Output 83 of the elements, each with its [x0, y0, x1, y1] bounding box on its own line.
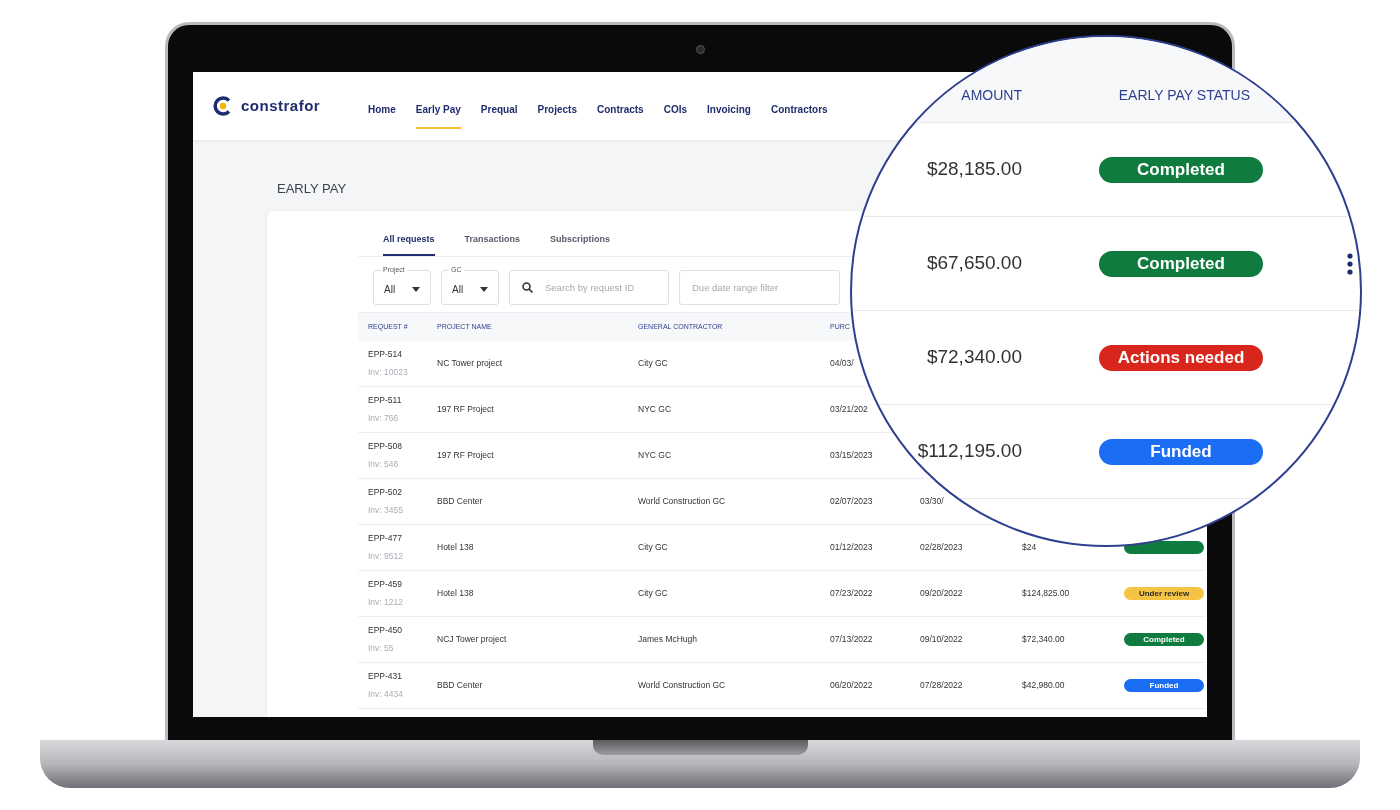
- logo-icon: [213, 96, 233, 116]
- camera-icon: [696, 45, 705, 54]
- invoice-number: Inv: 766: [368, 412, 399, 425]
- invoice-number: Inv: 10023: [368, 366, 408, 379]
- status-badge: Funded: [1124, 679, 1204, 692]
- nav-link[interactable]: Contracts: [597, 101, 644, 129]
- table-cell: 02/28/2023: [920, 542, 963, 553]
- table-cell: NC Tower project: [437, 357, 503, 370]
- more-options-icon[interactable]: [1347, 252, 1353, 275]
- table-cell: 01/12/2023: [830, 541, 873, 554]
- table-cell: $42,980.00: [1022, 680, 1065, 691]
- column-header: EARLY PAY STATUS: [1118, 86, 1250, 105]
- status-badge: Funded: [1099, 438, 1263, 465]
- table-cell: World Construction GC: [638, 495, 726, 508]
- table-cell: NYC GC: [638, 449, 672, 462]
- table-cell: 04/03/: [830, 357, 854, 370]
- table-cell: NCJ Tower project: [437, 633, 507, 646]
- request-id: EPP-431: [368, 670, 403, 683]
- request-id: EPP-511: [368, 394, 402, 407]
- request-id: EPP-502: [368, 486, 403, 499]
- nav-link[interactable]: COIs: [663, 101, 688, 129]
- table-cell: BBD Center: [437, 495, 483, 508]
- request-id: EPP-450: [368, 624, 403, 637]
- table-cell: 07/13/2022: [830, 633, 873, 646]
- table-cell: 06/20/2022: [830, 679, 873, 692]
- nav-link[interactable]: Invoicing: [707, 101, 751, 129]
- amount-text: $67,650.00: [926, 251, 1022, 276]
- table-cell: City GC: [638, 587, 668, 600]
- status-badge: Completed: [1099, 156, 1263, 183]
- brand-name: constrafor: [241, 95, 321, 116]
- table-cell: $72,340.00: [1022, 634, 1065, 645]
- table-cell: 197 RF Project: [437, 449, 494, 462]
- table-cell: City GC: [638, 541, 668, 554]
- table-cell: Hotel 138: [437, 541, 474, 554]
- status-badge: Under review: [1124, 587, 1204, 600]
- nav-link[interactable]: Prequal: [480, 101, 518, 129]
- tab[interactable]: All requests: [383, 225, 435, 256]
- table-cell: 03/21/202: [830, 403, 868, 416]
- table-cell: 07/23/2022: [830, 587, 873, 600]
- table-cell: 07/28/2022: [920, 680, 963, 691]
- search-icon: [522, 282, 533, 293]
- invoice-number: Inv: 3455: [368, 504, 403, 517]
- table-cell: 09/10/2022: [920, 634, 963, 645]
- invoice-number: Inv: 55: [368, 642, 394, 655]
- nav-link[interactable]: Early Pay: [415, 101, 461, 129]
- table-cell: World Construction GC: [638, 679, 726, 692]
- request-id: EPP-514: [368, 348, 403, 361]
- tab[interactable]: Subscriptions: [550, 225, 611, 256]
- nav-link[interactable]: Contractors: [770, 101, 828, 129]
- status-badge: Actions needed: [1099, 344, 1263, 371]
- invoice-number: Inv: 9512: [368, 550, 403, 563]
- invoice-number: Inv: 4434: [368, 688, 403, 701]
- request-id: EPP-508: [368, 440, 403, 453]
- status-badge: Completed: [1124, 633, 1204, 646]
- search-field[interactable]: Search by request ID: [509, 270, 669, 305]
- table-cell: James McHugh: [638, 633, 698, 646]
- caret-icon: [480, 287, 488, 292]
- amount-text: $28,185.00: [926, 157, 1022, 182]
- table-cell: BBD Center: [437, 679, 483, 692]
- date-range-field[interactable]: Due date range filter: [679, 270, 840, 305]
- invoice-number: Inv: 546: [368, 458, 399, 471]
- invoice-number: Inv: 1212: [368, 596, 403, 609]
- nav-link[interactable]: Projects: [537, 101, 577, 129]
- request-id: EPP-477: [368, 532, 403, 545]
- table-cell: City GC: [638, 357, 668, 370]
- table-cell: 03/30/: [920, 496, 944, 507]
- nav-link[interactable]: Home: [368, 101, 396, 129]
- page-title: EARLY PAY: [277, 181, 347, 196]
- table-cell: Hotel 138: [437, 587, 474, 600]
- table-cell: 09/20/2022: [920, 588, 963, 599]
- table-cell: $124,825.00: [1022, 588, 1070, 599]
- status-badge: Completed: [1099, 250, 1263, 277]
- table-cell: 02/07/2023: [830, 495, 873, 508]
- caret-icon: [412, 287, 420, 292]
- request-id: EPP-459: [368, 578, 403, 591]
- column-header: AMOUNT: [961, 86, 1022, 105]
- amount-text: $72,340.00: [926, 345, 1022, 370]
- table-cell: NYC GC: [638, 403, 672, 416]
- table-cell: $24: [1022, 542, 1037, 553]
- table-cell: 03/15/2023: [830, 449, 873, 462]
- amount-text: $112,195.00: [917, 439, 1022, 464]
- table-cell: 197 RF Project: [437, 403, 494, 416]
- tab[interactable]: Transactions: [464, 225, 521, 256]
